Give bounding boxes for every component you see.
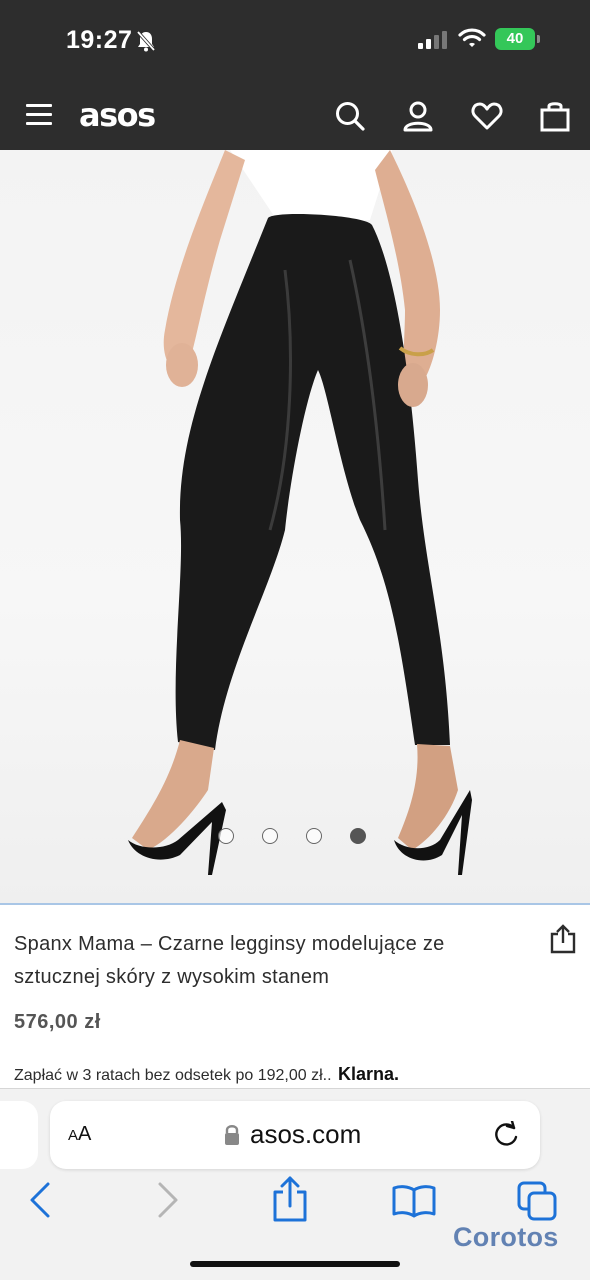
status-time: 19:27: [66, 26, 133, 54]
wifi-icon: [458, 27, 486, 54]
battery-icon: 40: [495, 28, 535, 50]
carousel-dot[interactable]: [306, 828, 322, 844]
address-bar[interactable]: AA asos.com: [50, 1101, 540, 1169]
bell-off-icon: [136, 30, 156, 57]
tabs-icon[interactable]: [516, 1180, 558, 1227]
app-header: asos: [0, 80, 590, 150]
status-bar: 19:27 40: [0, 0, 590, 80]
forward-icon[interactable]: [156, 1180, 180, 1225]
carousel-dot-active[interactable]: [350, 828, 366, 844]
previous-tab-preview[interactable]: [0, 1101, 38, 1169]
product-image[interactable]: [0, 150, 590, 905]
url-text[interactable]: asos.com: [250, 1119, 361, 1150]
cellular-signal-icon: [418, 31, 447, 49]
watermark: Corotos: [453, 1222, 559, 1252]
carousel-dot[interactable]: [262, 828, 278, 844]
bookmarks-icon[interactable]: [392, 1184, 436, 1223]
wishlist-heart-icon[interactable]: [471, 100, 503, 132]
reload-icon[interactable]: [492, 1119, 520, 1154]
menu-icon[interactable]: [26, 104, 52, 126]
klarna-logo: Klarna.: [337, 1064, 400, 1084]
carousel-dot[interactable]: [218, 828, 234, 844]
product-photo: [128, 150, 472, 875]
battery-tip: [537, 35, 540, 43]
share-icon[interactable]: [550, 924, 576, 959]
lock-icon: [224, 1124, 240, 1151]
product-price: 576,00 zł: [14, 1011, 101, 1033]
bag-icon[interactable]: [539, 100, 571, 132]
text-size-button[interactable]: AA: [68, 1123, 91, 1146]
account-icon[interactable]: [402, 100, 434, 132]
installments-text: Zapłać w 3 ratach bez odsetek po 192,00 …: [14, 1067, 332, 1084]
search-icon[interactable]: [334, 100, 366, 132]
share-sheet-icon[interactable]: [272, 1176, 308, 1227]
home-indicator: [190, 1261, 400, 1267]
asos-logo[interactable]: asos: [79, 96, 156, 134]
battery-level: 40: [506, 30, 524, 47]
back-icon[interactable]: [28, 1180, 52, 1225]
image-carousel-dots: [218, 828, 366, 844]
product-title: Spanx Mama – Czarne legginsy modelujące …: [14, 933, 445, 988]
installments-info[interactable]: Zapłać w 3 ratach bez odsetek po 192,00 …: [14, 1064, 399, 1085]
